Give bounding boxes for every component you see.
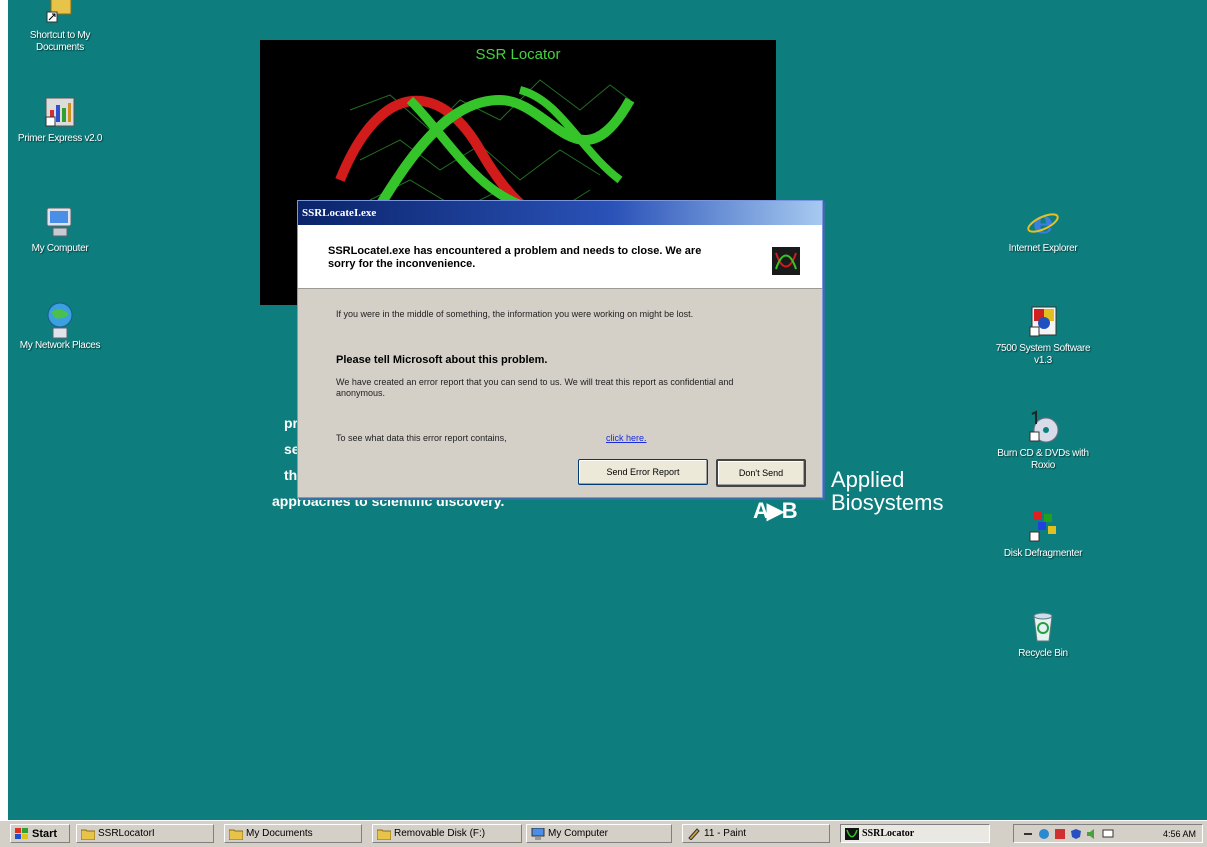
desktop-icon-label: Primer Express v2.0	[17, 133, 103, 144]
svg-text:e: e	[1033, 205, 1053, 239]
taskbar-item-label: My Computer	[548, 828, 609, 839]
start-button[interactable]: start	[10, 824, 70, 843]
desktop-icon-primer-express[interactable]: Primer Express v2.0	[10, 95, 110, 145]
taskbar-item-paint[interactable]: 11 - Paint	[682, 824, 830, 843]
taskbar-item-label: 11 - Paint	[704, 828, 747, 839]
error-report-dialog: SSRLocateI.exe SSRLocateI.exe has encoun…	[297, 200, 823, 498]
taskbar-item-my-computer[interactable]: My Computer	[526, 824, 672, 843]
computer-icon	[531, 827, 545, 840]
taskbar-item-label: SSRLocatorI	[98, 828, 155, 839]
desktop-icon-label: My Computer	[31, 243, 89, 254]
desktop-icon-disk-defragmenter[interactable]: Disk Defragmenter	[993, 510, 1093, 560]
primer-express-icon	[43, 95, 77, 129]
desktop-icon-my-network-places[interactable]: My Network Places	[10, 302, 110, 352]
desktop-icon-my-computer[interactable]: My Computer	[10, 205, 110, 255]
clock[interactable]: 4:56 AM	[1163, 829, 1202, 839]
paint-icon	[687, 827, 701, 841]
desktop-icon-label: Shortcut to My Documents	[29, 30, 91, 53]
desktop-icon-label: Disk Defragmenter	[1003, 548, 1083, 559]
desktop-icon-label: Internet Explorer	[1008, 243, 1078, 254]
tray-antivirus-icon[interactable]	[1054, 828, 1066, 840]
desktop: Shortcut to My Documents Primer Express …	[8, 0, 1207, 820]
desktop-icon-label: Recycle Bin	[1018, 648, 1068, 659]
dialog-headline: SSRLocateI.exe has encountered a problem…	[328, 245, 702, 270]
app-icon	[845, 827, 859, 840]
recycle-bin-icon	[1026, 610, 1060, 644]
desktop-icon-label: Burn CD & DVDs with Roxio	[997, 448, 1089, 471]
desktop-icon-recycle-bin[interactable]: Recycle Bin	[993, 610, 1093, 660]
desktop-icon-internet-explorer[interactable]: e Internet Explorer	[993, 203, 1093, 255]
desktop-icon-label: 7500 System Software v1.3	[995, 343, 1091, 366]
desktop-icon-7500-system-software[interactable]: 7500 System Software v1.3	[993, 305, 1093, 367]
dont-send-button[interactable]: Don't Send	[716, 459, 806, 487]
taskbar-item-label: SSRLocator	[862, 828, 915, 839]
logo-line-applied: Applied	[831, 467, 905, 492]
my-network-places-icon	[43, 302, 77, 339]
taskbar-item-label: My Documents	[246, 828, 313, 839]
folder-icon	[80, 828, 96, 840]
tell-microsoft-heading: Please tell Microsoft about this problem…	[336, 354, 548, 366]
info-text: If you were in the middle of something, …	[336, 309, 694, 319]
send-error-report-button[interactable]: Send Error Report	[578, 459, 708, 485]
start-label: start	[32, 827, 58, 840]
disk-defragmenter-icon	[1026, 510, 1060, 544]
see-data-text: To see what data this error report conta…	[336, 433, 507, 443]
my-computer-icon	[43, 205, 77, 239]
taskbar-item-ssrlocator[interactable]: SSRLocator	[840, 824, 990, 843]
app-icon	[772, 247, 800, 275]
tray-volume-icon[interactable]	[1086, 828, 1098, 840]
dialog-header: SSRLocateI.exe has encountered a problem…	[298, 225, 822, 289]
taskbar-item-ssrlocatori[interactable]: SSRLocatorI	[76, 824, 214, 843]
taskbar-item-my-documents[interactable]: My Documents	[224, 824, 362, 843]
desktop-icon-my-documents-shortcut[interactable]: Shortcut to My Documents	[10, 0, 110, 54]
burn-cd-icon	[1026, 410, 1060, 444]
folder-icon	[228, 828, 244, 840]
internet-explorer-icon: e	[1026, 203, 1060, 241]
tray-security-icon[interactable]	[1070, 828, 1082, 840]
click-here-link[interactable]: click here.	[606, 433, 647, 443]
desktop-icon-burn-cd[interactable]: Burn CD & DVDs with Roxio	[993, 410, 1093, 472]
system-tray: 4:56 AM	[1013, 824, 1203, 843]
folder-icon	[376, 828, 392, 840]
system-software-icon	[1026, 305, 1060, 339]
taskbar-item-label: Removable Disk (F:)	[394, 828, 486, 839]
tell-microsoft-body: We have created an error report that you…	[336, 377, 734, 398]
logo-line-biosystems: Biosystems	[831, 490, 944, 515]
taskbar-item-removable-disk[interactable]: Removable Disk (F:)	[372, 824, 522, 843]
tray-network-icon[interactable]	[1038, 828, 1050, 840]
dialog-title[interactable]: SSRLocateI.exe	[298, 201, 822, 225]
documents-shortcut-icon	[43, 0, 77, 26]
tray-arrow-icon[interactable]	[1022, 828, 1034, 840]
tray-display-icon[interactable]	[1102, 828, 1114, 840]
taskbar: start SSRLocatorI My Documents Removable…	[0, 820, 1207, 847]
windows-logo-icon	[15, 827, 29, 840]
logo-mark: A▶B	[753, 498, 798, 523]
